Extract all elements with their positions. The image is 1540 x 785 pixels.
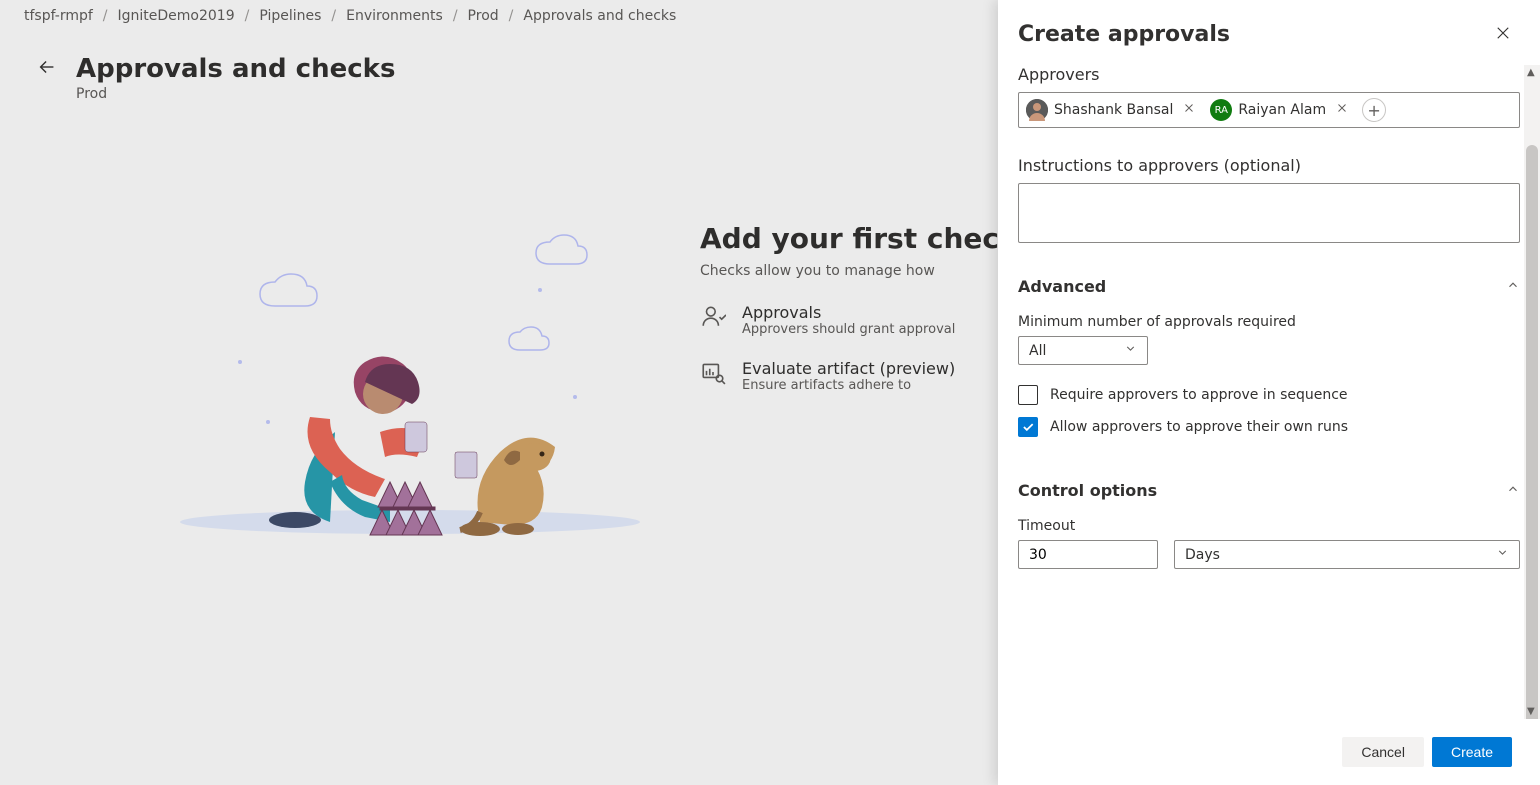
create-button[interactable]: Create xyxy=(1432,737,1512,767)
scroll-down-arrow-icon[interactable]: ▼ xyxy=(1527,706,1535,717)
timeout-unit-select[interactable]: Days xyxy=(1174,540,1520,569)
min-approvals-select[interactable]: All xyxy=(1018,336,1148,365)
chevron-down-icon xyxy=(1496,546,1509,563)
allow-own-runs-checkbox[interactable] xyxy=(1018,417,1038,437)
approver-name: Raiyan Alam xyxy=(1238,102,1326,118)
require-sequence-label: Require approvers to approve in sequence xyxy=(1050,387,1348,403)
remove-approver-icon[interactable] xyxy=(1179,102,1199,118)
panel-scrollbar[interactable]: ▲ ▼ xyxy=(1524,65,1540,719)
advanced-section-header[interactable]: Advanced xyxy=(1018,277,1520,296)
control-options-section-header[interactable]: Control options xyxy=(1018,481,1520,500)
chevron-up-icon xyxy=(1506,482,1520,500)
control-options-title: Control options xyxy=(1018,481,1157,500)
timeout-label: Timeout xyxy=(1018,518,1520,534)
instructions-label: Instructions to approvers (optional) xyxy=(1018,156,1520,175)
min-approvals-label: Minimum number of approvals required xyxy=(1018,314,1520,330)
allow-own-runs-label: Allow approvers to approve their own run… xyxy=(1050,419,1348,435)
chevron-down-icon xyxy=(1124,342,1137,359)
create-approvals-panel: Create approvals Approvers Shashank Bans… xyxy=(998,0,1540,785)
panel-title: Create approvals xyxy=(1018,22,1230,47)
add-approver-button[interactable]: + xyxy=(1362,98,1386,122)
chevron-up-icon xyxy=(1506,278,1520,296)
advanced-title: Advanced xyxy=(1018,277,1106,296)
scrollbar-thumb[interactable] xyxy=(1526,145,1538,719)
cancel-button[interactable]: Cancel xyxy=(1342,737,1424,767)
close-icon[interactable] xyxy=(1494,24,1512,46)
scroll-up-arrow-icon[interactable]: ▲ xyxy=(1527,67,1535,78)
remove-approver-icon[interactable] xyxy=(1332,102,1352,118)
approvers-input[interactable]: Shashank Bansal RA Raiyan Alam + xyxy=(1018,92,1520,128)
avatar: RA xyxy=(1210,99,1232,121)
approver-chip: RA Raiyan Alam xyxy=(1209,98,1356,122)
timeout-value-input[interactable] xyxy=(1018,540,1158,569)
require-sequence-checkbox[interactable] xyxy=(1018,385,1038,405)
select-value: Days xyxy=(1185,547,1220,563)
approvers-label: Approvers xyxy=(1018,65,1520,84)
instructions-textarea[interactable] xyxy=(1018,183,1520,243)
approver-chip: Shashank Bansal xyxy=(1025,98,1203,122)
approver-name: Shashank Bansal xyxy=(1054,102,1173,118)
select-value: All xyxy=(1029,343,1046,359)
avatar xyxy=(1026,99,1048,121)
